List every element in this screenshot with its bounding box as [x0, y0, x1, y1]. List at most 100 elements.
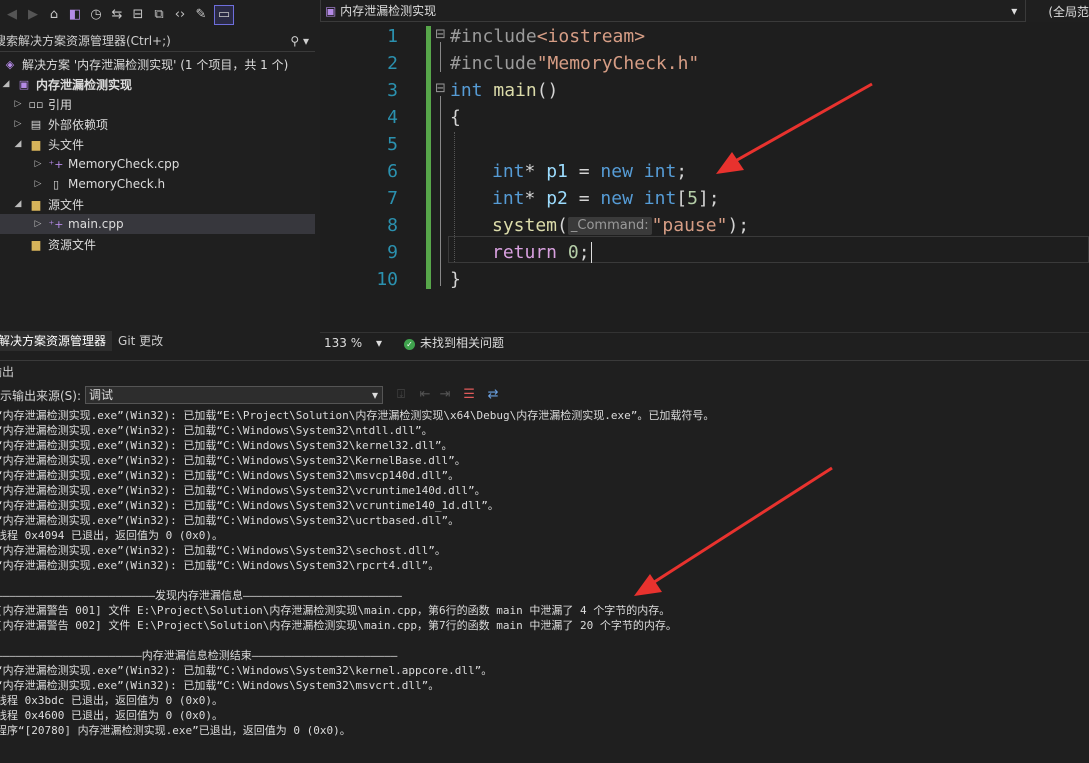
tree-main-cpp[interactable]: ▷ ⁺+ main.cpp — [0, 214, 315, 234]
goto-line-icon[interactable]: ⍗ — [393, 386, 409, 404]
issues-indicator[interactable]: ✓ 未找到相关问题 — [404, 334, 504, 351]
tree-external-deps[interactable]: ▷ ▤ 外部依赖项 — [0, 114, 315, 134]
search-icon[interactable]: ⚲ ▾ — [290, 34, 309, 48]
project-icon: ▣ — [18, 77, 30, 91]
tree-memorycheck-h[interactable]: ▷ ▯ MemoryCheck.h — [0, 174, 315, 194]
code-line-10: } — [450, 266, 461, 293]
history-icon[interactable]: ◷ — [88, 6, 104, 24]
preprocessor-directive: #include — [450, 53, 537, 74]
headers-label: 头文件 — [48, 137, 85, 152]
punctuation: = — [567, 188, 601, 209]
punctuation: * — [524, 188, 547, 209]
punctuation: ; — [578, 242, 590, 263]
punctuation: ; — [676, 161, 688, 182]
function-name: main — [493, 80, 537, 101]
clear-all-icon[interactable]: ☰ — [461, 386, 477, 404]
vs-switch-icon[interactable]: ◧ — [67, 6, 83, 24]
file-dropdown-label: ▣ 内存泄漏检测实现 — [325, 0, 436, 21]
tree-resource-files[interactable]: ▆ 资源文件 — [0, 234, 315, 254]
project-icon: ▣ — [325, 4, 341, 18]
header-h-label: MemoryCheck.h — [68, 177, 166, 191]
tab-git-changes[interactable]: Git 更改 — [112, 331, 169, 351]
file-dropdown[interactable]: ▣ 内存泄漏检测实现 ▾ — [320, 0, 1027, 22]
keyword: return — [492, 242, 558, 263]
next-message-icon[interactable]: ⇥ — [437, 386, 453, 404]
prev-message-icon[interactable]: ⇤ — [417, 386, 433, 404]
punctuation: () — [536, 80, 559, 101]
collapse-arrow-icon[interactable]: ▷ — [32, 219, 44, 229]
line-number: 4 — [387, 107, 398, 128]
panel-tabs: 解决方案资源管理器 Git 更改 — [0, 331, 315, 351]
expand-icon[interactable]: ◢ — [12, 199, 24, 209]
properties-icon[interactable]: ▭ — [214, 5, 234, 25]
output-line: “内存泄漏检测实现.exe”(Win32): 已加载“C:\Windows\Sy… — [0, 559, 440, 572]
output-source-select[interactable]: 调试 ▾ — [85, 386, 384, 404]
line-number: 1 — [387, 26, 398, 47]
code-icon[interactable]: ‹› — [172, 6, 188, 24]
output-log[interactable]: “内存泄漏检测实现.exe”(Win32): 已加载“E:\Project\So… — [0, 408, 1089, 763]
collapse-arrow-icon[interactable]: ▷ — [32, 159, 44, 169]
line-number: 6 — [387, 161, 398, 182]
references-icon: ▫▫ — [28, 97, 44, 111]
expand-icon[interactable]: ◢ — [12, 139, 24, 149]
code-line-8: system(_Command: "pause"); — [492, 212, 749, 239]
line-number: 9 — [387, 242, 398, 263]
keyword: int — [492, 161, 525, 182]
output-source-value: 调试 — [89, 388, 114, 402]
issues-text: 未找到相关问题 — [420, 336, 505, 350]
tree-header-files[interactable]: ◢ ▆ 头文件 — [0, 134, 315, 154]
tree-memorycheck-cpp[interactable]: ▷ ⁺+ MemoryCheck.cpp — [0, 154, 315, 174]
keyword: new — [600, 161, 633, 182]
function-name: system — [492, 215, 558, 236]
output-line: 线程 0x3bdc 已退出，返回值为 0 (0x0)。 — [0, 694, 223, 707]
tree-references[interactable]: ▷ ▫▫ 引用 — [0, 94, 315, 114]
line-number: 3 — [387, 80, 398, 101]
output-line: “内存泄漏检测实现.exe”(Win32): 已加载“C:\Windows\Sy… — [0, 439, 453, 452]
sync-icon[interactable]: ⇆ — [109, 6, 125, 24]
wrench-icon[interactable]: ✎ — [193, 6, 209, 24]
collapse-arrow-icon[interactable]: ▷ — [12, 119, 24, 129]
cpp-file-icon: ⁺+ — [48, 157, 64, 171]
output-line: [内存泄漏警告 002] 文件 E:\Project\Solution\内存泄漏… — [0, 619, 677, 632]
number-literal: 5 — [687, 188, 698, 209]
collapse-arrow-icon[interactable]: ▷ — [12, 99, 24, 109]
home-icon[interactable]: ⌂ — [46, 6, 62, 24]
chevron-down-icon: ▾ — [375, 335, 382, 350]
tree-solution[interactable]: ◈ 解决方案 '内存泄漏检测实现' (1 个项目，共 1 个) — [0, 54, 315, 74]
solution-explorer-search[interactable]: 搜索解决方案资源管理器(Ctrl+;) ⚲ ▾ — [0, 30, 315, 52]
word-wrap-icon[interactable]: ⇄ — [485, 386, 501, 404]
copy-icon[interactable]: ⧉ — [151, 6, 167, 24]
output-toolbar: 显示输出来源(S): 调试 ▾ ⍗ ⇤ ⇥ ☰ ⇄ — [0, 384, 1089, 406]
external-deps-icon: ▤ — [30, 117, 42, 131]
expand-icon[interactable]: ◢ — [0, 79, 12, 89]
output-line: “内存泄漏检测实现.exe”(Win32): 已加载“C:\Windows\Sy… — [0, 679, 440, 692]
solution-label: 解决方案 '内存泄漏检测实现' (1 个项目，共 1 个) — [22, 57, 289, 72]
outline-collapse-icon[interactable]: ⊟ — [435, 81, 446, 96]
forward-icon[interactable]: ▶ — [25, 6, 41, 24]
tree-source-files[interactable]: ◢ ▆ 源文件 — [0, 194, 315, 214]
zoom-dropdown[interactable]: 133 % ▾ — [320, 335, 382, 350]
code-editor[interactable]: ⊟ ⊟ 1 2 3 4 5 6 7 8 9 10 #include<iostream> #incl… — [320, 22, 1089, 332]
punctuation: * — [524, 161, 547, 182]
output-line: [内存泄漏警告 001] 文件 E:\Project\Solution\内存泄漏… — [0, 604, 671, 617]
output-line: 线程 0x4600 已退出，返回值为 0 (0x0)。 — [0, 709, 223, 722]
number-literal: 0 — [567, 242, 579, 263]
change-indicator-bar — [426, 26, 431, 289]
line-number: 10 — [376, 269, 398, 290]
scope-dropdown[interactable]: (全局范 — [1026, 3, 1089, 20]
back-icon[interactable]: ◀ — [4, 6, 20, 24]
tree-project[interactable]: ◢ ▣ 内存泄漏检测实现 — [0, 74, 315, 94]
tab-solution-explorer[interactable]: 解决方案资源管理器 — [0, 331, 113, 351]
output-line: “内存泄漏检测实现.exe”(Win32): 已加载“C:\Windows\Sy… — [0, 664, 493, 677]
external-label: 外部依赖项 — [48, 117, 109, 132]
resources-label: 资源文件 — [48, 237, 97, 252]
keyword: int — [492, 188, 525, 209]
punctuation — [633, 161, 644, 182]
code-line-2: #include"MemoryCheck.h" — [450, 50, 699, 77]
collapse-arrow-icon[interactable]: ▷ — [32, 179, 44, 189]
collapse-icon[interactable]: ⊟ — [130, 6, 146, 24]
outline-collapse-icon[interactable]: ⊟ — [435, 27, 446, 42]
solution-icon: ◈ — [5, 57, 15, 71]
